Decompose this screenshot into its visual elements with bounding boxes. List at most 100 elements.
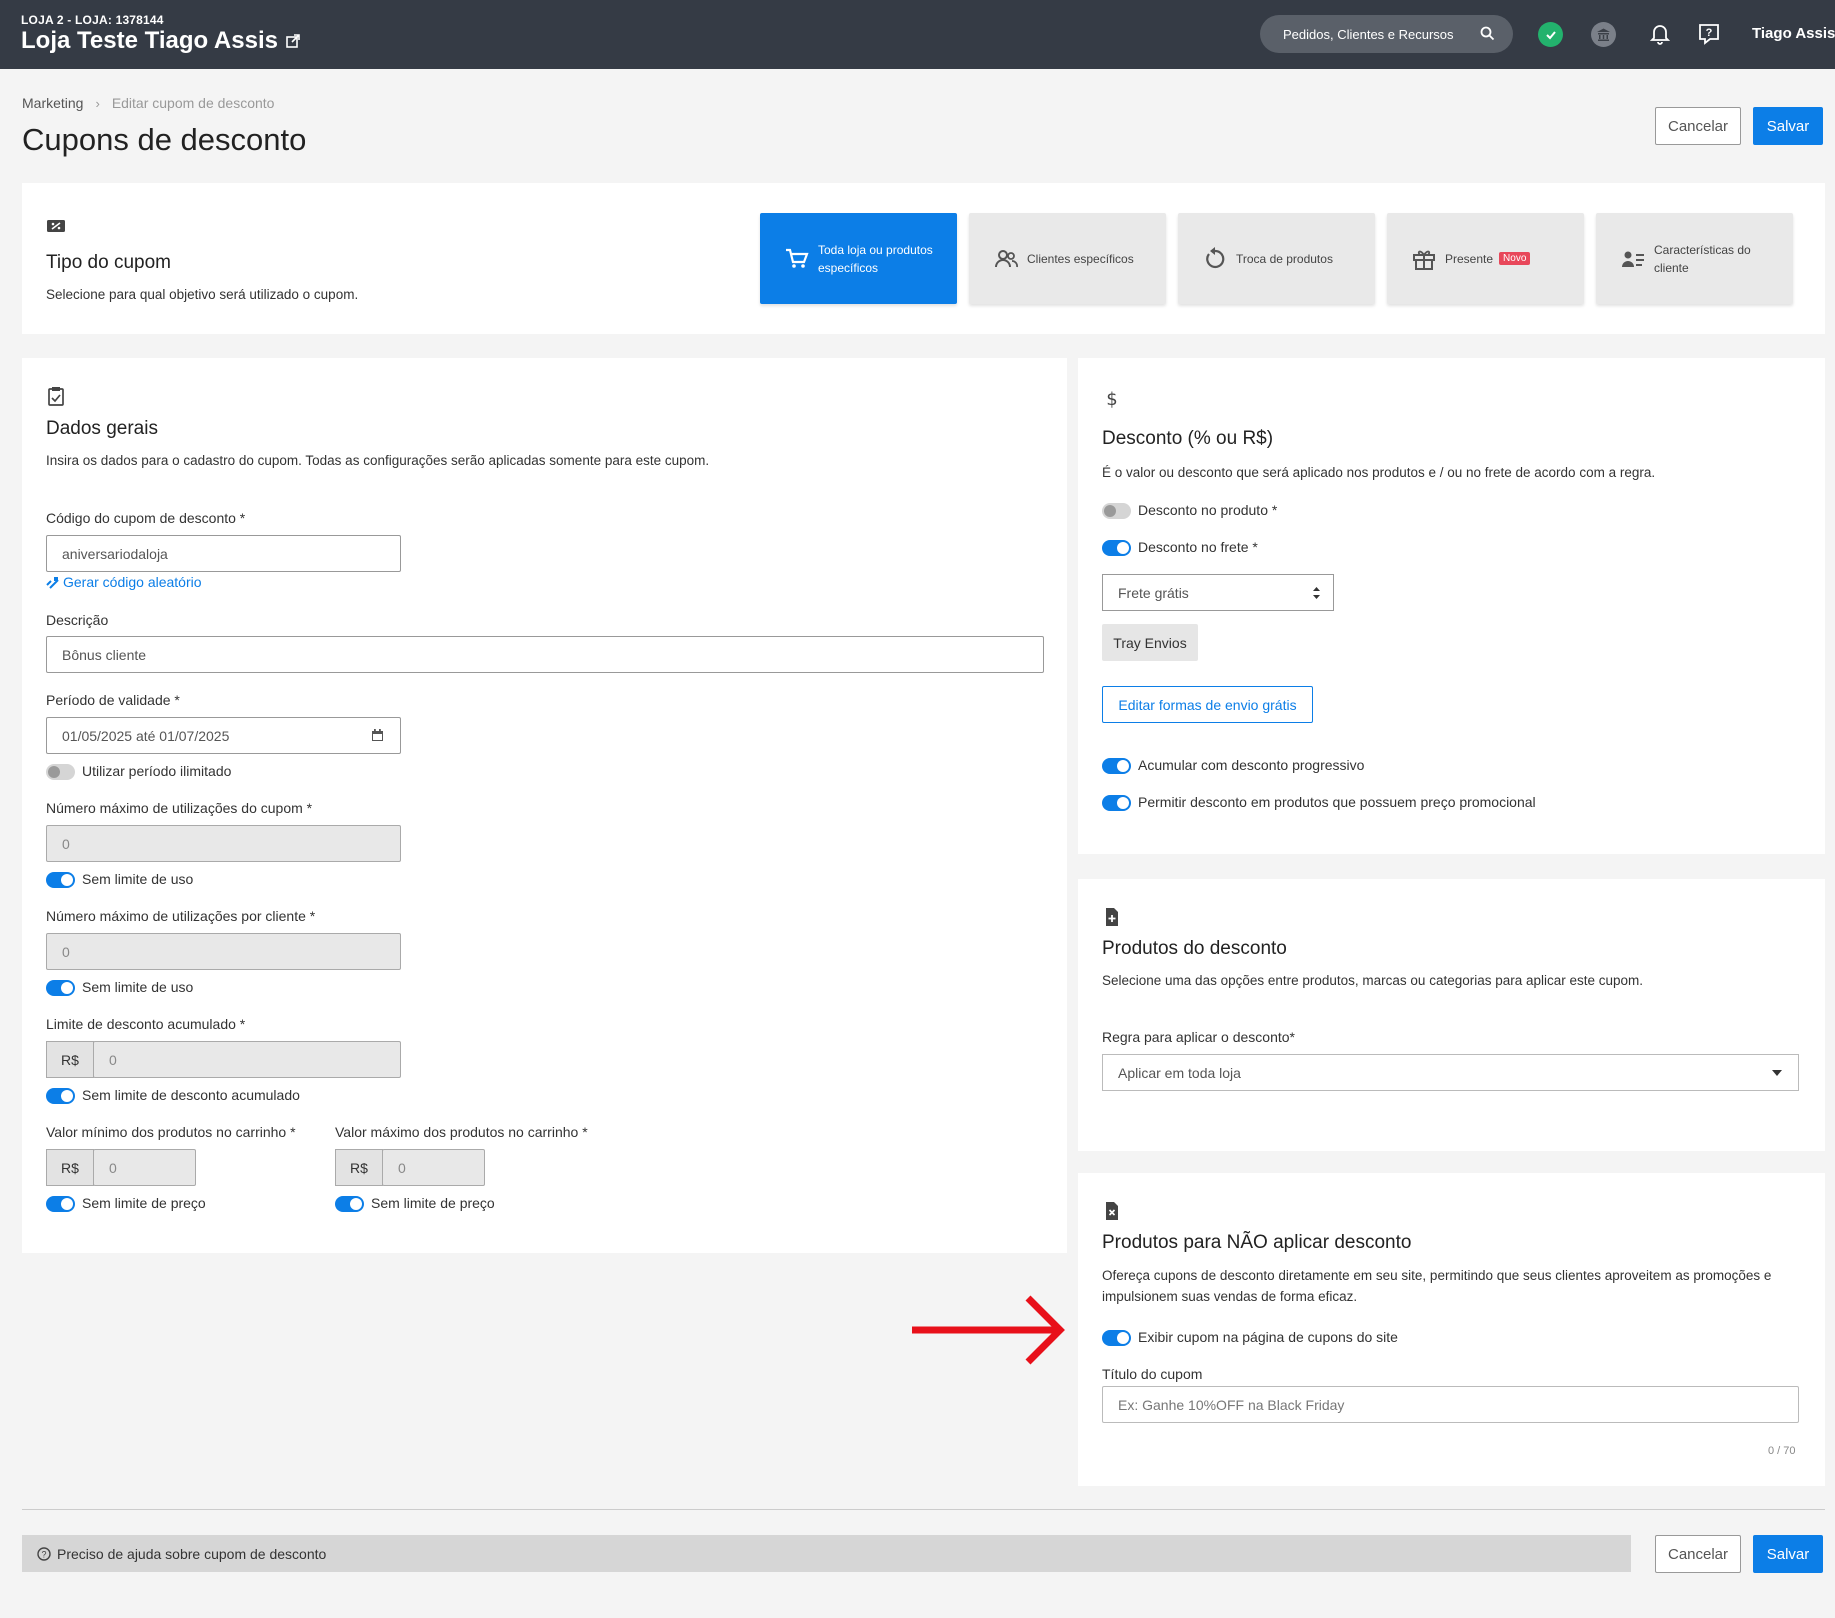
users-icon: [995, 249, 1018, 267]
bank-icon[interactable]: [1591, 22, 1616, 47]
max-carrinho-toggle-label: Sem limite de preço: [371, 1195, 495, 1211]
max-uso-toggle[interactable]: [46, 872, 75, 888]
max-cliente-input[interactable]: 0: [46, 933, 401, 970]
titulo-cupom-input[interactable]: Ex: Ganhe 10%OFF na Black Friday: [1102, 1386, 1799, 1423]
save-button-footer[interactable]: Salvar: [1753, 1535, 1823, 1573]
char-counter: 0 / 70: [1768, 1445, 1796, 1457]
refresh-icon: [1206, 246, 1225, 268]
promocional-toggle[interactable]: [1102, 795, 1131, 811]
max-carrinho-toggle[interactable]: [335, 1196, 364, 1212]
limite-input[interactable]: 0: [93, 1041, 401, 1078]
limite-toggle[interactable]: [46, 1088, 75, 1104]
dados-gerais-card: Dados gerais Insira os dados para o cada…: [22, 358, 1067, 1253]
produtos-nao-title: Produtos para NÃO aplicar desconto: [1102, 1232, 1412, 1253]
cancel-button[interactable]: Cancelar: [1655, 107, 1741, 145]
store-subtitle: LOJA 2 - LOJA: 1378144: [21, 13, 164, 27]
produtos-nao-card: Produtos para NÃO aplicar desconto Ofere…: [1078, 1173, 1825, 1486]
desconto-title: Desconto (% ou R$): [1102, 428, 1274, 449]
question-circle-icon: ?: [37, 1546, 51, 1561]
help-icon[interactable]: ?: [1696, 21, 1722, 47]
cancel-button-footer[interactable]: Cancelar: [1655, 1535, 1741, 1573]
desconto-frete-label: Desconto no frete *: [1138, 539, 1258, 555]
max-cliente-label: Número máximo de utilizações por cliente…: [46, 908, 316, 924]
store-title-text: Loja Teste Tiago Assis: [21, 27, 278, 54]
regra-select[interactable]: Aplicar em toda loja: [1102, 1054, 1799, 1091]
type-option-troca[interactable]: Troca de produtos: [1178, 213, 1375, 304]
sort-arrows-icon: [1313, 587, 1320, 599]
new-badge: Novo: [1499, 252, 1531, 265]
min-carrinho-label: Valor mínimo dos produtos no carrinho *: [46, 1124, 296, 1140]
status-ok-icon[interactable]: [1538, 22, 1563, 47]
min-carrinho-toggle-label: Sem limite de preço: [82, 1195, 206, 1211]
acumular-label: Acumular com desconto progressivo: [1138, 757, 1365, 773]
regra-label: Regra para aplicar o desconto*: [1102, 1029, 1296, 1045]
type-option-label: Troca de produtos: [1236, 251, 1333, 266]
user-menu[interactable]: Tiago Assis: [1752, 25, 1835, 42]
type-option-label: Características do cliente: [1654, 242, 1751, 275]
codigo-label: Código do cupom de desconto *: [46, 510, 246, 526]
gerar-codigo-link[interactable]: Gerar código aleatório: [46, 574, 202, 590]
frete-select[interactable]: Frete grátis: [1102, 574, 1334, 611]
footer-divider: [22, 1509, 1825, 1510]
max-carrinho-currency: R$: [335, 1149, 383, 1186]
bell-icon[interactable]: [1647, 21, 1673, 47]
acumular-toggle[interactable]: [1102, 758, 1131, 774]
periodo-value: 01/05/2025 até 01/07/2025: [62, 727, 230, 744]
titulo-cupom-label: Título do cupom: [1102, 1366, 1203, 1382]
editar-formas-button[interactable]: Editar formas de envio grátis: [1102, 686, 1313, 723]
type-option-toda-loja[interactable]: Toda loja ou produtos específicos: [760, 213, 957, 304]
exibir-cupom-toggle[interactable]: [1102, 1330, 1131, 1346]
file-plus-icon: [1106, 908, 1118, 926]
dados-gerais-title: Dados gerais: [46, 418, 158, 439]
limite-label: Limite de desconto acumulado *: [46, 1016, 246, 1032]
produtos-desconto-desc: Selecione uma das opções entre produtos,…: [1102, 973, 1644, 988]
type-option-caracteristicas[interactable]: Características do cliente: [1596, 213, 1793, 304]
breadcrumb: Marketing › Editar cupom de desconto: [22, 95, 274, 111]
tray-envios-tag[interactable]: Tray Envios: [1102, 624, 1198, 661]
max-cliente-toggle[interactable]: [46, 980, 75, 996]
desconto-produto-label: Desconto no produto *: [1138, 502, 1278, 518]
min-carrinho-toggle[interactable]: [46, 1196, 75, 1212]
promocional-label: Permitir desconto em produtos que possue…: [1138, 794, 1536, 810]
type-option-presente[interactable]: Presente Novo: [1387, 213, 1584, 304]
desconto-frete-toggle[interactable]: [1102, 540, 1131, 556]
descricao-input[interactable]: Bônus cliente: [46, 636, 1044, 673]
periodo-ilimitado-label: Utilizar período ilimitado: [82, 763, 232, 779]
codigo-input[interactable]: aniversariodaloja: [46, 535, 401, 572]
max-carrinho-label: Valor máximo dos produtos no carrinho *: [335, 1124, 588, 1140]
type-option-label: Presente: [1445, 251, 1494, 266]
produtos-nao-desc: Ofereça cupons de desconto diretamente e…: [1102, 1268, 1772, 1304]
max-carrinho-input[interactable]: 0: [382, 1149, 485, 1186]
periodo-input[interactable]: 01/05/2025 até 01/07/2025: [46, 717, 401, 754]
produtos-desconto-card: Produtos do desconto Selecione uma das o…: [1078, 879, 1825, 1151]
type-option-clientes[interactable]: Clientes específicos: [969, 213, 1166, 304]
periodo-ilimitado-toggle[interactable]: [46, 764, 75, 780]
type-option-label: Toda loja ou produtos específicos: [818, 242, 933, 275]
user-list-icon: [1622, 251, 1644, 267]
desconto-desc: É o valor ou desconto que será aplicado …: [1102, 465, 1656, 480]
type-option-label: Clientes específicos: [1027, 251, 1134, 266]
produtos-desconto-title: Produtos do desconto: [1102, 938, 1287, 959]
store-title[interactable]: Loja Teste Tiago Assis: [21, 27, 300, 55]
global-search[interactable]: Pedidos, Clientes e Recursos: [1260, 15, 1513, 53]
max-cliente-toggle-label: Sem limite de uso: [82, 979, 194, 995]
regra-select-value: Aplicar em toda loja: [1118, 1064, 1241, 1081]
svg-text:$: $: [1106, 389, 1117, 409]
breadcrumb-parent[interactable]: Marketing: [22, 95, 83, 111]
exibir-cupom-label: Exibir cupom na página de cupons do site: [1138, 1329, 1398, 1345]
chevron-down-icon: [1772, 1070, 1782, 1076]
search-icon: [1480, 26, 1495, 41]
breadcrumb-current: Editar cupom de desconto: [111, 95, 275, 111]
save-button[interactable]: Salvar: [1753, 107, 1823, 145]
min-carrinho-input[interactable]: 0: [93, 1149, 196, 1186]
help-bar[interactable]: ? Preciso de ajuda sobre cupom de descon…: [22, 1535, 1631, 1572]
max-uso-input[interactable]: 0: [46, 825, 401, 862]
external-link-icon[interactable]: [286, 34, 300, 48]
descricao-label: Descrição: [46, 612, 109, 628]
clipboard-check-icon: [48, 387, 64, 406]
page-title: Cupons de desconto: [22, 122, 307, 157]
tipo-cupom-title: Tipo do cupom: [46, 252, 171, 273]
calendar-icon[interactable]: [371, 729, 384, 742]
desconto-produto-toggle[interactable]: [1102, 503, 1131, 519]
gerar-codigo-text: Gerar código aleatório: [63, 574, 202, 590]
